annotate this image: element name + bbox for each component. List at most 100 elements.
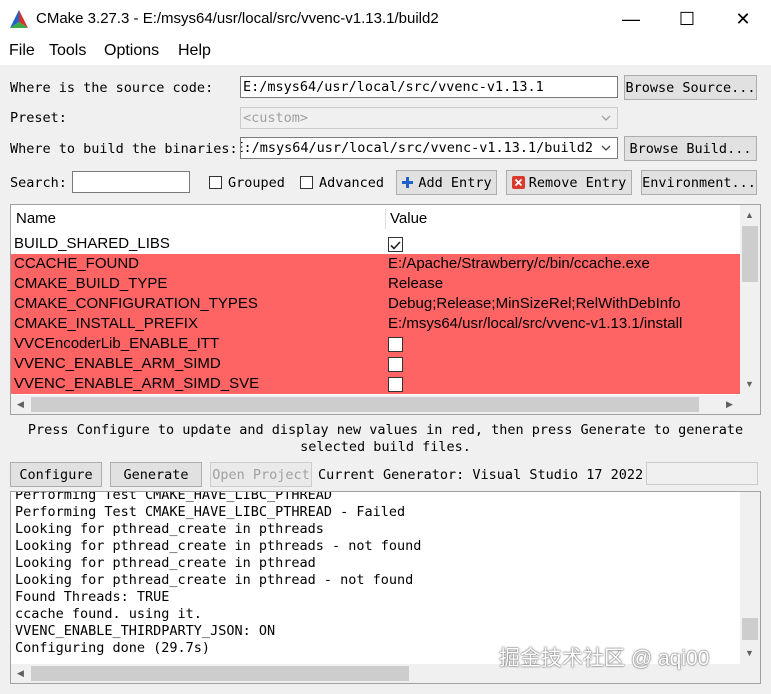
entry-name: VVCEncoderLib_ENABLE_ITT (14, 335, 220, 352)
source-label: Where is the source code: (10, 80, 214, 96)
log-line: Found Threads: TRUE (15, 589, 170, 605)
entry-name: CMAKE_INSTALL_PREFIX (14, 315, 198, 332)
advanced-label: Advanced (319, 175, 385, 191)
entry-name: VVENC_ENABLE_ARM_SIMD (14, 355, 221, 372)
entry-value[interactable]: E:/Apache/Strawberry/c/bin/ccache.exe (388, 254, 650, 274)
output-vertical-scrollbar[interactable]: ▼ (740, 492, 760, 664)
build-label: Where to build the binaries: (10, 141, 238, 157)
chevron-down-icon (601, 115, 611, 121)
entry-checkbox[interactable] (388, 237, 403, 252)
log-line: ccache found. using it. (15, 606, 202, 622)
source-path-input[interactable]: E:/msys64/usr/local/src/vvenc-v1.13.1 (240, 76, 618, 98)
preset-select[interactable]: <custom> (240, 107, 618, 129)
table-row[interactable]: VVCEncoderLib_ENABLE_ITT (11, 334, 740, 354)
plus-icon (402, 177, 414, 188)
close-button[interactable]: ✕ (715, 0, 771, 38)
browse-source-button[interactable]: Browse Source... (624, 75, 757, 100)
scroll-up-icon[interactable]: ▲ (741, 206, 758, 223)
add-entry-button[interactable]: Add Entry (396, 170, 497, 195)
scroll-right-icon[interactable]: ▶ (721, 396, 738, 413)
menu-help[interactable]: Help (178, 42, 211, 60)
entry-value[interactable]: E:/msys64/usr/local/src/vvenc-v1.13.1/in… (388, 314, 682, 334)
build-path-value: E:/msys64/usr/local/src/vvenc-v1.13.1/bu… (240, 140, 593, 156)
maximize-icon: ☐ (678, 8, 696, 29)
check-icon (390, 241, 401, 250)
hint-line-2: selected build files. (300, 439, 471, 455)
vertical-scroll-thumb[interactable] (742, 226, 758, 282)
browse-build-button[interactable]: Browse Build... (624, 136, 757, 161)
horizontal-scrollbar[interactable]: ◀ ▶ (11, 395, 760, 414)
column-header-value[interactable]: Value (390, 205, 428, 233)
column-divider (385, 209, 386, 229)
minimize-icon: — (622, 8, 640, 29)
remove-entry-button[interactable]: Remove Entry (506, 170, 632, 195)
title-bar[interactable]: CMake 3.27.3 - E:/msys64/usr/local/src/v… (0, 0, 771, 38)
watermark: 掘金技术社区 @ aqi00 (499, 647, 710, 670)
remove-icon (511, 176, 525, 189)
entry-checkbox[interactable] (388, 377, 403, 392)
search-input[interactable] (72, 171, 190, 193)
horizontal-scroll-thumb[interactable] (31, 397, 699, 412)
entry-value[interactable]: Release (388, 274, 443, 294)
chevron-down-icon (601, 145, 611, 151)
menu-tools[interactable]: Tools (49, 42, 86, 60)
cmake-logo-icon (10, 10, 28, 28)
table-row[interactable]: VVENC_ENABLE_ARM_SIMD_SVE (11, 374, 740, 394)
entry-name: CMAKE_BUILD_TYPE (14, 275, 168, 292)
output-log[interactable]: Performing Test CMAKE_HAVE_LIBC_PTHREAD P… (10, 491, 761, 684)
minimize-button[interactable]: — (603, 0, 659, 38)
log-line: Looking for pthread_create in pthreads -… (15, 538, 422, 554)
environment-button[interactable]: Environment... (641, 170, 757, 195)
log-line: Performing Test CMAKE_HAVE_LIBC_PTHREAD … (15, 504, 406, 520)
scroll-down-icon[interactable]: ▼ (741, 375, 758, 392)
menu-file[interactable]: File (9, 42, 35, 60)
scroll-down-icon[interactable]: ▼ (741, 644, 758, 661)
log-line: Looking for pthread_create in pthreads (15, 521, 324, 537)
configure-button[interactable]: Configure (10, 462, 102, 487)
open-project-button[interactable]: Open Project (210, 462, 312, 487)
vertical-scrollbar[interactable]: ▲ ▼ (740, 205, 760, 395)
current-generator: Current Generator: Visual Studio 17 2022 (318, 467, 644, 483)
menu-bar: File Tools Options Help (0, 38, 771, 65)
table-row[interactable]: CMAKE_CONFIGURATION_TYPES Debug;Release;M… (11, 294, 740, 314)
preset-value: <custom> (243, 110, 309, 126)
generate-button[interactable]: Generate (110, 462, 202, 487)
scroll-left-icon[interactable]: ◀ (12, 665, 29, 682)
advanced-checkbox[interactable] (300, 176, 313, 189)
add-entry-label: Add Entry (418, 174, 492, 191)
log-line: Looking for pthread_create in pthread - … (15, 572, 414, 588)
grouped-checkbox[interactable] (209, 176, 222, 189)
entry-name: CCACHE_FOUND (14, 255, 140, 272)
log-line: Configuring done (29.7s) (15, 640, 211, 656)
entry-checkbox[interactable] (388, 337, 403, 352)
table-row[interactable]: CMAKE_INSTALL_PREFIX E:/msys64/usr/local/… (11, 314, 740, 334)
cache-table[interactable]: Name Value BUILD_SHARED_LIBS CCACHE_FOUND… (10, 204, 761, 415)
table-row[interactable]: VVENC_ENABLE_ARM_SIMD (11, 354, 740, 374)
maximize-button[interactable]: ☐ (659, 0, 715, 38)
output-lines: Performing Test CMAKE_HAVE_LIBC_PTHREAD P… (11, 491, 740, 657)
entry-name: CMAKE_CONFIGURATION_TYPES (14, 295, 258, 312)
remove-entry-label: Remove Entry (528, 174, 627, 191)
table-row[interactable]: CCACHE_FOUND E:/Apache/Strawberry/c/bin/c… (11, 254, 740, 274)
entry-checkbox[interactable] (388, 357, 403, 372)
scroll-left-icon[interactable]: ◀ (12, 396, 29, 413)
grouped-label: Grouped (228, 175, 285, 191)
output-scroll-thumb[interactable] (742, 618, 758, 640)
search-label: Search: (10, 175, 67, 191)
menu-options[interactable]: Options (104, 42, 159, 60)
build-path-combo[interactable]: E:/msys64/usr/local/src/vvenc-v1.13.1/bu… (240, 137, 618, 159)
entry-value[interactable]: Debug;Release;MinSizeRel;RelWithDebInfo (388, 294, 681, 314)
log-line: Looking for pthread_create in pthread (15, 555, 316, 571)
hint-line-1: Press Configure to update and display ne… (27, 422, 744, 438)
table-body: BUILD_SHARED_LIBS CCACHE_FOUND E:/Apache/S… (11, 234, 740, 394)
entry-name: VVENC_ENABLE_ARM_SIMD_SVE (14, 375, 260, 392)
preset-label: Preset: (10, 110, 67, 126)
table-row[interactable]: CMAKE_BUILD_TYPE Release (11, 274, 740, 294)
window-title: CMake 3.27.3 - E:/msys64/usr/local/src/v… (36, 10, 439, 27)
output-horizontal-thumb[interactable] (31, 666, 409, 681)
close-icon: ✕ (735, 8, 751, 29)
entry-name: BUILD_SHARED_LIBS (14, 235, 170, 252)
log-line: Performing Test CMAKE_HAVE_LIBC_PTHREAD (15, 491, 332, 503)
column-header-name[interactable]: Name (16, 205, 57, 233)
table-row[interactable]: BUILD_SHARED_LIBS (11, 234, 740, 254)
